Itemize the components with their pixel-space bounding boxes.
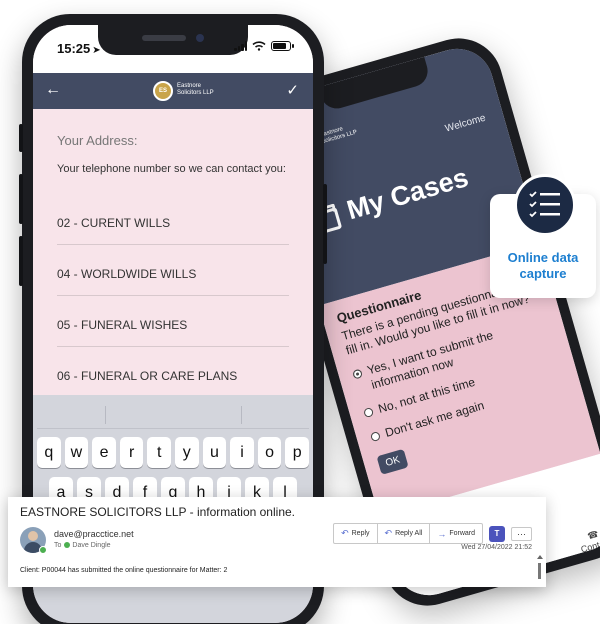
radio-selected-icon[interactable] xyxy=(351,368,364,380)
reply-all-icon: ↶ xyxy=(384,528,393,538)
firm-logo-text: Eastnore Solicitors LLP xyxy=(177,83,214,96)
forward-icon: → xyxy=(437,528,447,539)
checkmark-icon[interactable]: ✓ xyxy=(286,81,299,99)
email-subject: EASTNORE SOLICITORS LLP - information on… xyxy=(20,505,295,519)
stage: Eastnore Solicitors LLP Welcome My Cases… xyxy=(0,0,600,624)
phone-notch xyxy=(98,25,248,55)
form-item-worldwide-wills[interactable]: 04 - WORLDWIDE WILLS xyxy=(57,255,289,296)
key-t[interactable]: t xyxy=(147,437,171,468)
battery-icon xyxy=(271,41,294,51)
key-u[interactable]: u xyxy=(202,437,227,468)
reply-icon: ↶ xyxy=(341,528,349,538)
firm-logo-icon: ES xyxy=(153,81,173,101)
status-bar: 15:25 ➤ xyxy=(33,25,313,73)
welcome-link[interactable]: Welcome xyxy=(444,113,487,135)
key-q[interactable]: q xyxy=(37,437,61,468)
keyboard-row-1: qwertyuiop xyxy=(37,437,309,468)
presence-icon xyxy=(39,546,47,554)
teams-icon[interactable]: T xyxy=(489,525,505,542)
reply-button[interactable]: ↶ Reply xyxy=(334,524,378,543)
key-e[interactable]: e xyxy=(92,437,116,468)
my-cases-title: My Cases xyxy=(343,162,472,226)
reply-all-button[interactable]: ↶ Reply All xyxy=(378,524,431,543)
radio-icon[interactable] xyxy=(363,406,375,419)
firm-logo-text: Eastnore Solicitors LLP xyxy=(319,126,358,146)
status-icons xyxy=(234,41,294,51)
wifi-icon xyxy=(252,41,266,51)
key-o[interactable]: o xyxy=(257,437,282,468)
key-w[interactable]: w xyxy=(64,437,89,468)
telephone-field[interactable]: Your telephone number so we can contact … xyxy=(57,162,289,176)
ok-button[interactable]: OK xyxy=(376,448,410,475)
address-field[interactable]: Your Address: xyxy=(57,133,289,148)
app-header: ← ES Eastnore Solicitors LLP ✓ xyxy=(33,73,313,109)
volume-up-button xyxy=(19,174,23,224)
more-options-icon[interactable]: ··· xyxy=(511,526,532,541)
questionnaire-form: Your Address: Your telephone number so w… xyxy=(33,109,313,398)
key-p[interactable]: p xyxy=(285,437,309,468)
power-button xyxy=(323,184,327,264)
back-phone-notch xyxy=(318,56,432,113)
signal-icon xyxy=(234,41,247,51)
radio-icon[interactable] xyxy=(369,430,382,443)
mute-switch xyxy=(19,124,23,152)
key-y[interactable]: y xyxy=(175,437,199,468)
online-data-capture-badge: Online data capture xyxy=(490,174,596,298)
email-date: Wed 27/04/2022 21:52 xyxy=(461,544,532,551)
badge-line-2: capture xyxy=(519,266,567,281)
form-item-current-wills[interactable]: 02 - CURENT WILLS xyxy=(57,204,289,245)
email-actions: ↶ Reply ↶ Reply All → Forward T ··· xyxy=(333,523,532,544)
badge-line-1: Online data xyxy=(507,250,579,265)
email-to: To Dave Dingle xyxy=(54,542,111,549)
scrollbar[interactable] xyxy=(537,555,543,581)
contact-tab[interactable]: ☎ Contact xyxy=(577,526,600,555)
status-time: 15:25 ➤ xyxy=(57,41,101,56)
form-item-funeral-wishes[interactable]: 05 - FUNERAL WISHES xyxy=(57,306,289,347)
presence-dot-icon xyxy=(64,542,71,549)
key-i[interactable]: i xyxy=(230,437,254,468)
email-notification: EASTNORE SOLICITORS LLP - information on… xyxy=(8,497,546,587)
keyboard-suggestions xyxy=(37,401,309,429)
back-arrow-icon[interactable]: ← xyxy=(45,81,61,99)
form-item-funeral-care-plans[interactable]: 06 - FUNERAL OR CARE PLANS xyxy=(57,357,289,398)
key-r[interactable]: r xyxy=(119,437,144,468)
checklist-icon xyxy=(514,174,576,236)
email-body: Client: P00044 has submitted the online … xyxy=(20,567,228,574)
reply-button-group: ↶ Reply ↶ Reply All → Forward xyxy=(333,523,483,544)
email-from: dave@pracctice.net xyxy=(54,529,134,539)
volume-down-button xyxy=(19,236,23,286)
forward-button[interactable]: → Forward xyxy=(430,524,482,543)
location-arrow-icon: ➤ xyxy=(92,45,101,56)
